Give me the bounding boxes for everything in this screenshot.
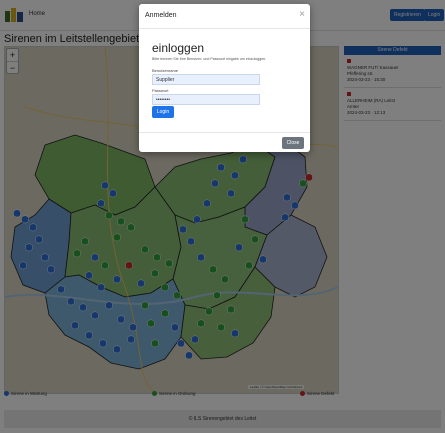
close-button[interactable]: Close [282,137,304,149]
close-icon[interactable]: × [299,9,305,21]
password-input[interactable] [152,94,260,105]
modal-footer-divider [139,132,310,133]
login-button[interactable]: Login [152,106,174,118]
login-modal: Anmelden × einloggen Bitte trennen Sie I… [139,4,310,152]
login-hint: Bitte trennen Sie Ihre Benutzer- und Pas… [152,57,267,61]
login-heading: einloggen [152,41,205,55]
modal-header: Anmelden × [139,4,310,29]
username-input[interactable] [152,74,260,85]
username-label: Benutzername [152,68,179,73]
modal-title: Anmelden [145,12,177,19]
password-label: Passwort [152,88,169,93]
